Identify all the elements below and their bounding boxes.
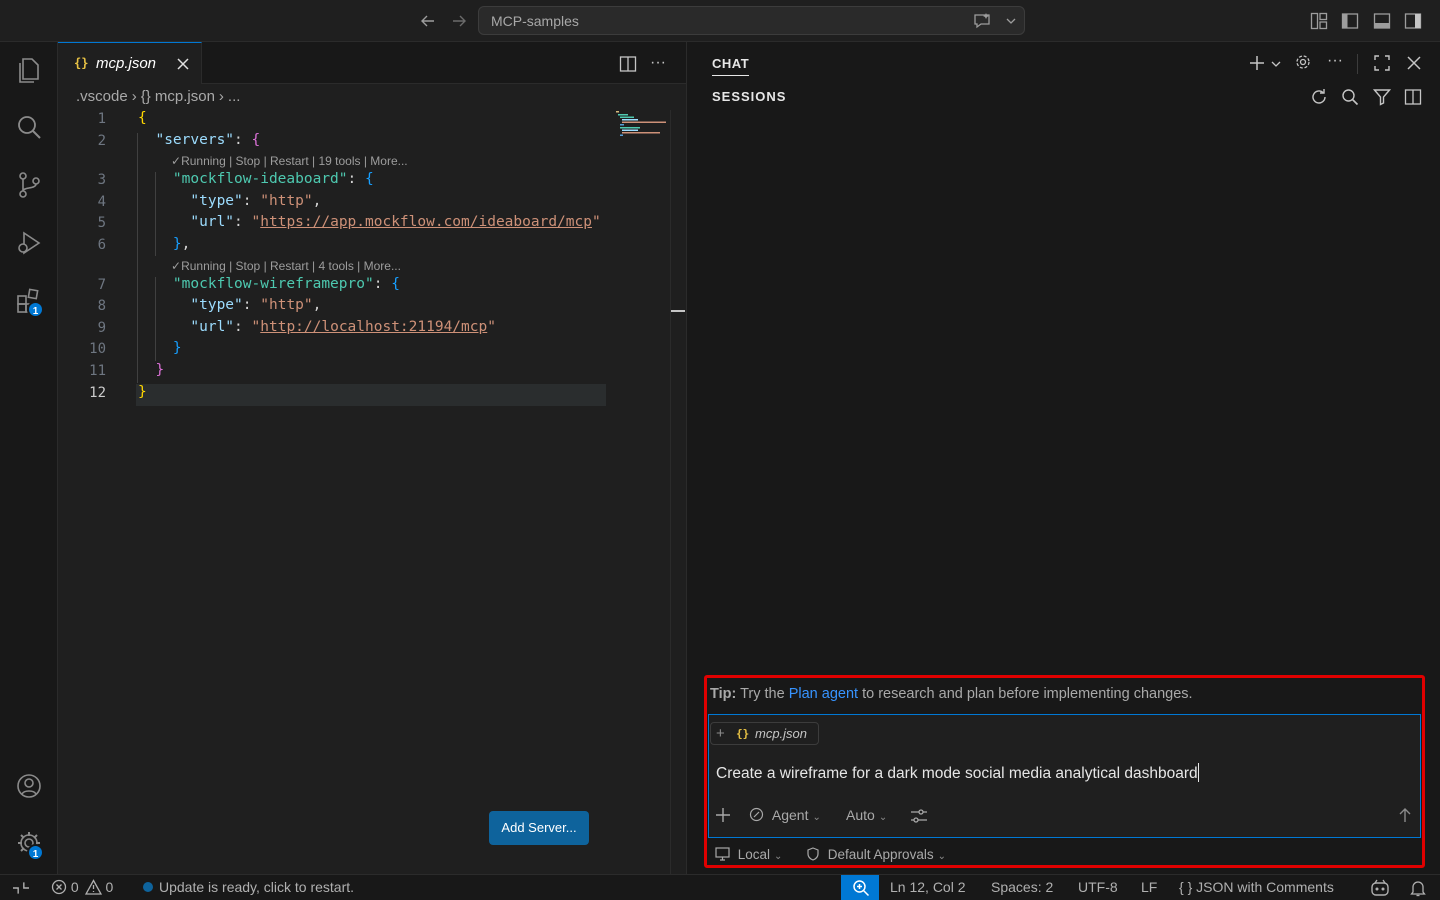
chevron-down-icon[interactable] xyxy=(1271,59,1281,69)
notifications-bell-icon[interactable] xyxy=(1410,879,1426,897)
chevron-down-icon[interactable] xyxy=(1006,16,1016,26)
settings-gear-icon[interactable] xyxy=(1294,53,1312,71)
mockflow-ideaboard-url-link[interactable]: https://app.mockflow.com/ideaboard/mcp xyxy=(260,214,592,230)
code-line-8[interactable]: "type": "http", xyxy=(138,297,321,313)
language-mode[interactable]: { } JSON with Comments xyxy=(1179,879,1334,895)
search-icon[interactable] xyxy=(1341,88,1359,106)
breadcrumb-vscode[interactable]: .vscode xyxy=(76,88,128,105)
breadcrumb-more[interactable]: ... xyxy=(228,88,241,105)
more-actions-icon[interactable]: ··· xyxy=(1327,52,1343,70)
editor-tab-bar: {} mcp.json ··· xyxy=(58,42,686,84)
chat-title-tab[interactable]: CHAT xyxy=(712,56,750,76)
code-line-6[interactable]: }, xyxy=(138,236,190,252)
toggle-panel-icon[interactable] xyxy=(1373,12,1391,30)
zoom-in-icon xyxy=(852,879,870,897)
copilot-status-icon[interactable] xyxy=(1370,879,1390,897)
minimap[interactable] xyxy=(614,110,670,140)
update-message: Update is ready, click to restart. xyxy=(159,879,355,895)
warning-count: 0 xyxy=(105,879,114,895)
code-line-10[interactable]: } xyxy=(138,340,182,356)
explorer-icon[interactable] xyxy=(14,54,44,84)
line-number: 10 xyxy=(89,341,106,357)
remote-indicator-icon[interactable] xyxy=(13,880,29,896)
code-line-3[interactable]: "mockflow-ideaboard": { xyxy=(138,171,374,187)
indentation[interactable]: Spaces: 2 xyxy=(991,879,1053,895)
close-icon[interactable] xyxy=(1406,55,1422,71)
close-tab-icon[interactable] xyxy=(176,57,190,71)
back-arrow-icon[interactable] xyxy=(419,12,437,30)
settings-badge: 1 xyxy=(27,844,44,861)
status-bar: 0 0 Update is ready, click to restart. L… xyxy=(0,874,1440,900)
line-number: 1 xyxy=(97,111,106,127)
activity-bar: 1 1 xyxy=(0,42,58,874)
codelens-server-1[interactable]: ✓Running | Stop | Restart | 19 tools | M… xyxy=(171,154,408,168)
code-line-12[interactable]: } xyxy=(138,384,147,400)
refresh-icon[interactable] xyxy=(1310,88,1328,106)
error-count: 0 xyxy=(70,879,79,895)
maximize-icon[interactable] xyxy=(1373,54,1391,72)
forward-arrow-icon[interactable] xyxy=(450,12,468,30)
title-bar: MCP-samples xyxy=(0,0,1440,42)
json-file-icon: {} xyxy=(74,56,89,70)
tab-mcp-json[interactable]: {} mcp.json xyxy=(58,42,202,84)
tab-label: mcp.json xyxy=(96,55,157,72)
update-dot-icon xyxy=(143,882,153,892)
line-number: 9 xyxy=(97,320,106,336)
line-number-active: 12 xyxy=(89,385,106,401)
breadcrumb: .vscode ›{} mcp.json ›... xyxy=(76,88,241,105)
filter-icon[interactable] xyxy=(1373,88,1391,106)
code-line-7[interactable]: "mockflow-wireframepro": { xyxy=(138,276,400,292)
search-icon[interactable] xyxy=(14,112,44,142)
copilot-chat-icon[interactable] xyxy=(973,13,991,29)
line-number: 2 xyxy=(97,133,106,149)
line-number: 7 xyxy=(97,277,106,293)
extensions-badge: 1 xyxy=(27,301,44,318)
error-icon xyxy=(51,879,67,895)
line-number: 11 xyxy=(89,363,106,379)
line-number: 6 xyxy=(97,237,106,253)
problems-indicator[interactable]: 0 0 xyxy=(51,879,113,895)
breadcrumb-file[interactable]: {} mcp.json xyxy=(141,88,215,105)
sessions-header[interactable]: SESSIONS xyxy=(712,89,786,104)
code-line-1[interactable]: { xyxy=(138,110,147,126)
editor-area: {} mcp.json ··· .vscode ›{} mcp.json ›... … xyxy=(58,42,686,874)
split-editor-icon[interactable] xyxy=(619,55,637,73)
line-number: 4 xyxy=(97,194,106,210)
toolbar-divider xyxy=(1357,54,1358,74)
line-number: 3 xyxy=(97,172,106,188)
code-line-11[interactable]: } xyxy=(138,362,164,378)
account-icon[interactable] xyxy=(14,771,44,801)
manage-gear-icon[interactable]: 1 xyxy=(14,828,44,861)
cursor-position[interactable]: Ln 12, Col 2 xyxy=(890,879,966,895)
extensions-icon[interactable]: 1 xyxy=(14,286,44,318)
localhost-url-link[interactable]: http://localhost:21194/mcp xyxy=(260,319,487,335)
editor-scrollbar[interactable] xyxy=(670,110,685,874)
warning-icon xyxy=(84,879,102,895)
zoom-indicator[interactable] xyxy=(841,875,879,900)
code-line-2[interactable]: "servers": { xyxy=(138,132,260,148)
code-line-9[interactable]: "url": "http://localhost:21194/mcp" xyxy=(138,319,496,335)
run-debug-icon[interactable] xyxy=(14,228,44,258)
more-actions-icon[interactable]: ··· xyxy=(650,54,666,72)
codelens-server-2[interactable]: ✓Running | Stop | Restart | 4 tools | Mo… xyxy=(171,259,401,273)
line-number: 8 xyxy=(97,298,106,314)
new-chat-plus-icon[interactable] xyxy=(1248,54,1266,72)
update-notification[interactable]: Update is ready, click to restart. xyxy=(143,879,354,895)
customize-layout-icon[interactable] xyxy=(1310,12,1328,30)
add-server-button[interactable]: Add Server... xyxy=(489,811,589,845)
current-line-highlight xyxy=(136,384,606,406)
line-number: 5 xyxy=(97,215,106,231)
code-line-5[interactable]: "url": "https://app.mockflow.com/ideaboa… xyxy=(138,214,600,230)
end-of-line[interactable]: LF xyxy=(1141,879,1157,895)
command-center-search[interactable]: MCP-samples xyxy=(478,6,1025,35)
highlight-annotation-box xyxy=(704,675,1425,868)
code-line-4[interactable]: "type": "http", xyxy=(138,193,321,209)
encoding[interactable]: UTF-8 xyxy=(1078,879,1118,895)
toggle-primary-sidebar-icon[interactable] xyxy=(1341,12,1359,30)
toggle-secondary-sidebar-icon[interactable] xyxy=(1404,12,1422,30)
workspace-title: MCP-samples xyxy=(491,13,579,29)
source-control-icon[interactable] xyxy=(14,170,44,200)
scrollbar-cursor-marker xyxy=(671,310,685,312)
toggle-sessions-sidebar-icon[interactable] xyxy=(1404,88,1422,106)
